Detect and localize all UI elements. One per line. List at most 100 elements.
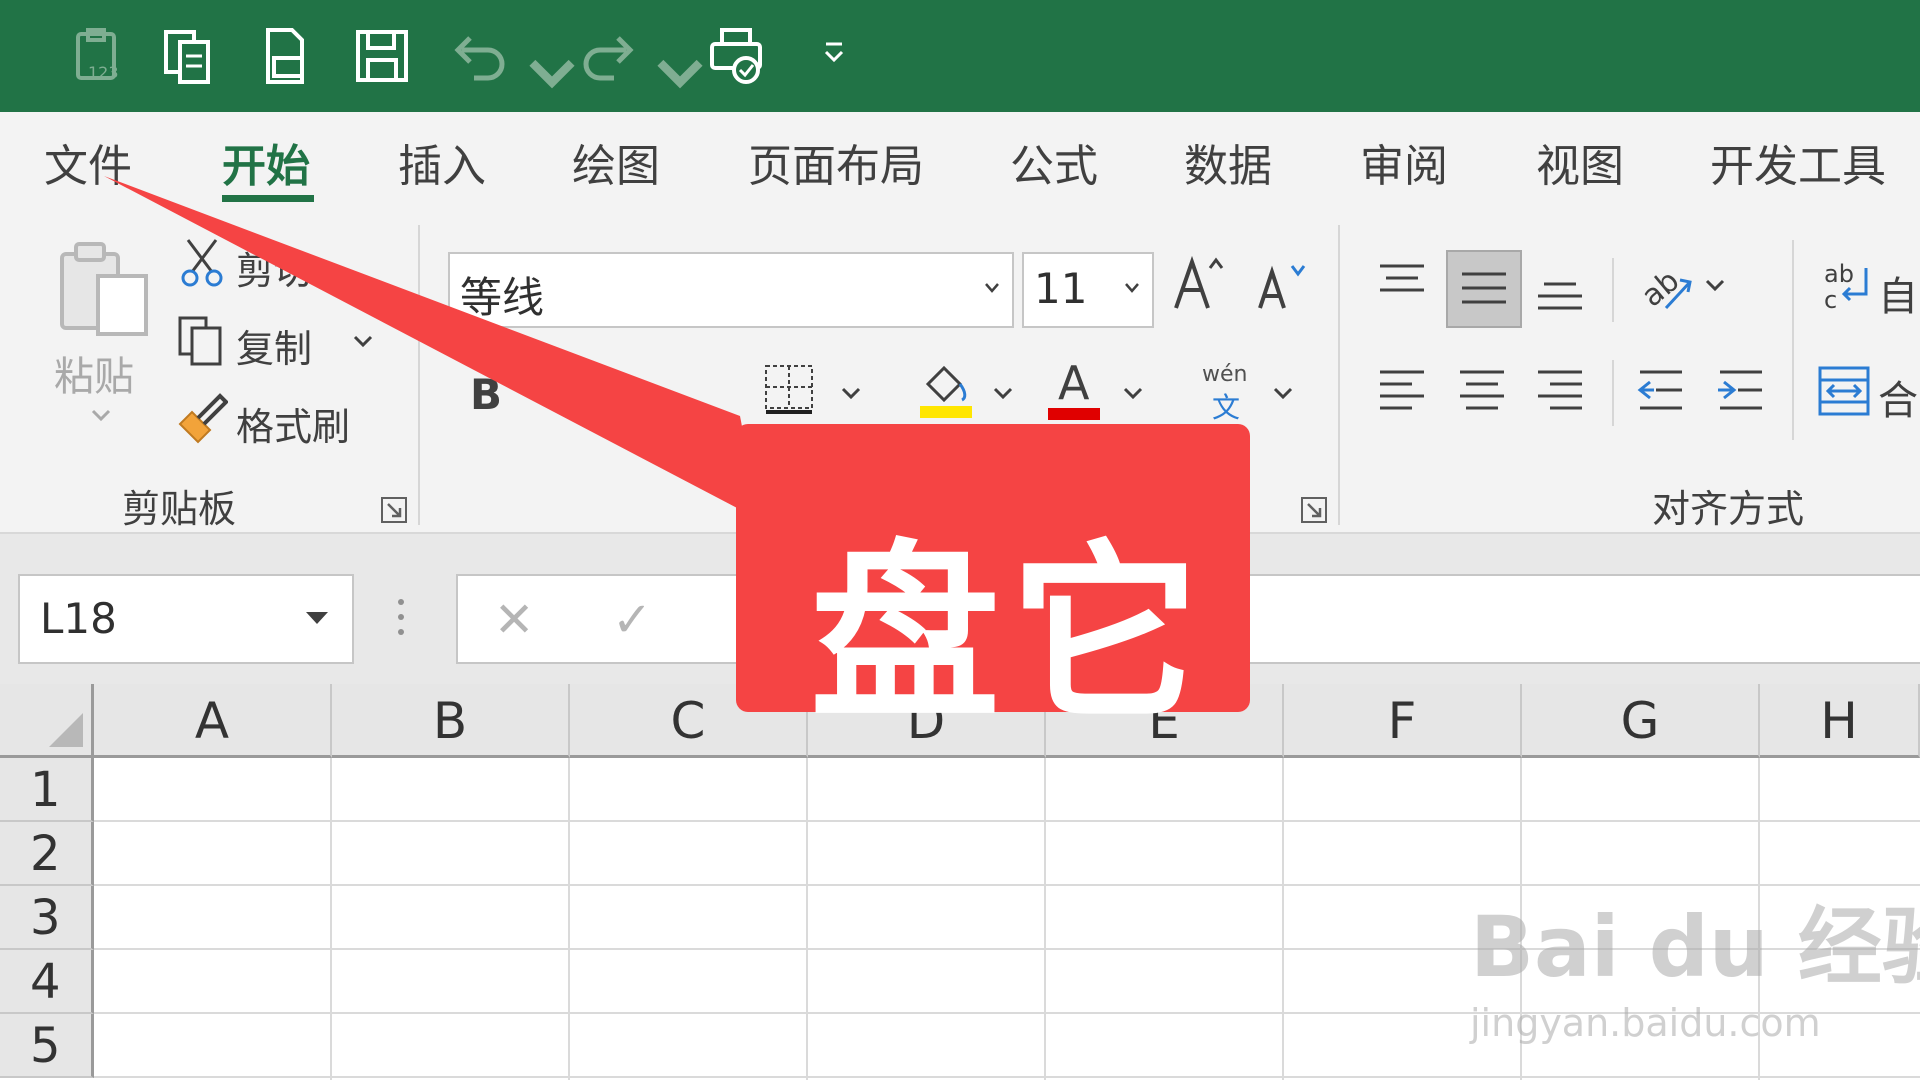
- row-header-4[interactable]: 4: [0, 950, 94, 1014]
- grid-column-line: [806, 758, 808, 1080]
- increase-font-size-icon[interactable]: [1170, 252, 1226, 312]
- row-header-1[interactable]: 1: [0, 758, 94, 822]
- tab-developer[interactable]: 开发工具: [1710, 130, 1886, 194]
- fill-color-swatch: [920, 406, 972, 418]
- svg-text:ab: ab: [1824, 260, 1854, 288]
- borders-dropdown-icon[interactable]: [840, 386, 862, 402]
- select-all-triangle-icon: [49, 713, 83, 747]
- watermark-brand: Bai du 经验: [1470, 898, 1920, 996]
- font-color-dropdown-icon[interactable]: [1122, 386, 1144, 402]
- select-all-button[interactable]: [0, 684, 94, 758]
- phonetic-guide-top[interactable]: wén: [1202, 362, 1247, 387]
- middle-align-button[interactable]: [1446, 250, 1522, 328]
- borders-icon[interactable]: [762, 362, 818, 418]
- font-name-value: 等线: [460, 273, 545, 322]
- quick-access-toolbar: 123: [0, 0, 1920, 112]
- paste-dropdown-icon[interactable]: [90, 408, 112, 424]
- copy-document-icon[interactable]: [160, 26, 216, 86]
- top-align-icon[interactable]: [1378, 262, 1426, 298]
- svg-text:ab: ab: [1636, 263, 1686, 314]
- row-header-2[interactable]: 2: [0, 822, 94, 886]
- font-color-letter[interactable]: A: [1058, 356, 1089, 410]
- watermark-url: jingyan.baidu.com: [1470, 1001, 1821, 1045]
- column-header-a[interactable]: A: [94, 684, 332, 758]
- save-icon[interactable]: [354, 26, 410, 86]
- bold-button[interactable]: B: [470, 370, 502, 419]
- callout-text: 盘它: [810, 524, 1211, 745]
- font-name-combo[interactable]: 等线: [448, 252, 1014, 328]
- formula-bar-grip-icon[interactable]: [396, 596, 406, 638]
- format-painter-button[interactable]: 格式刷: [236, 396, 350, 451]
- undo-icon[interactable]: [452, 26, 508, 86]
- align-right-icon[interactable]: [1536, 368, 1584, 414]
- tab-formulas[interactable]: 公式: [1010, 130, 1098, 194]
- tab-insert[interactable]: 插入: [398, 130, 486, 194]
- merge-center-label[interactable]: 合: [1878, 368, 1918, 426]
- font-size-combo[interactable]: 11: [1022, 252, 1154, 328]
- column-header-g[interactable]: G: [1522, 684, 1760, 758]
- svg-text:123: 123: [88, 63, 119, 82]
- chevron-down-icon[interactable]: [1124, 280, 1140, 296]
- copy-button[interactable]: 复制: [236, 318, 312, 373]
- paste-icon[interactable]: [56, 236, 152, 340]
- decrease-font-size-icon[interactable]: [1254, 258, 1310, 312]
- tab-home[interactable]: 开始: [222, 130, 310, 194]
- middle-align-icon: [1462, 272, 1506, 304]
- bottom-align-icon[interactable]: [1536, 278, 1584, 314]
- grid-column-line: [330, 758, 332, 1080]
- column-header-b[interactable]: B: [332, 684, 570, 758]
- merge-center-icon[interactable]: [1818, 366, 1870, 416]
- align-left-icon[interactable]: [1378, 368, 1426, 414]
- print-preview-icon[interactable]: [258, 26, 314, 86]
- redo-dropdown-icon[interactable]: [652, 44, 708, 104]
- tab-draw[interactable]: 绘图: [572, 130, 660, 194]
- fill-color-icon[interactable]: [916, 362, 976, 420]
- customize-toolbar-icon[interactable]: [822, 40, 846, 68]
- tab-data[interactable]: 数据: [1184, 130, 1272, 194]
- decrease-indent-icon[interactable]: [1636, 368, 1686, 414]
- quick-print-icon[interactable]: [708, 26, 764, 86]
- copy-icon[interactable]: [176, 314, 226, 368]
- wrap-text-label[interactable]: 自: [1878, 264, 1918, 322]
- row-header-5[interactable]: 5: [0, 1014, 94, 1078]
- font-size-value: 11: [1034, 264, 1088, 313]
- phonetic-dropdown-icon[interactable]: [1272, 386, 1294, 402]
- font-color-swatch: [1048, 408, 1100, 420]
- orientation-dropdown-icon[interactable]: [1704, 278, 1726, 294]
- phonetic-guide-bottom[interactable]: 文: [1212, 386, 1240, 426]
- copy-dropdown-icon[interactable]: [352, 334, 374, 350]
- align-center-icon[interactable]: [1458, 368, 1506, 414]
- tab-page-layout[interactable]: 页面布局: [748, 130, 924, 194]
- tab-review[interactable]: 审阅: [1360, 130, 1448, 194]
- group-separator: [1792, 240, 1794, 440]
- clipboard-group-label: 剪贴板: [122, 487, 237, 531]
- fill-color-dropdown-icon[interactable]: [992, 386, 1014, 402]
- alignment-group-label: 对齐方式: [1652, 487, 1805, 531]
- column-header-f[interactable]: F: [1284, 684, 1522, 758]
- enter-entry-icon[interactable]: ✓: [612, 592, 652, 648]
- orientation-icon[interactable]: ab: [1636, 258, 1696, 314]
- svg-text:c: c: [1824, 286, 1837, 314]
- tab-view[interactable]: 视图: [1536, 130, 1624, 194]
- group-separator: [418, 225, 420, 525]
- chevron-down-icon[interactable]: [984, 280, 1000, 296]
- font-launcher-icon[interactable]: [1300, 496, 1328, 524]
- cancel-entry-icon[interactable]: ✕: [494, 592, 534, 648]
- paste-button[interactable]: 粘贴: [54, 344, 134, 402]
- redo-icon[interactable]: [580, 26, 636, 86]
- grid-column-line: [1282, 758, 1284, 1080]
- undo-dropdown-icon[interactable]: [524, 44, 580, 104]
- paste-values-icon[interactable]: 123: [70, 26, 126, 86]
- scissors-icon[interactable]: [180, 236, 224, 288]
- format-painter-icon[interactable]: [176, 392, 228, 444]
- increase-indent-icon[interactable]: [1716, 368, 1766, 414]
- clipboard-launcher-icon[interactable]: [380, 496, 408, 524]
- wrap-text-icon[interactable]: abc: [1822, 258, 1872, 314]
- cut-button[interactable]: 剪切: [236, 240, 312, 295]
- column-header-c[interactable]: C: [570, 684, 808, 758]
- column-header-h[interactable]: H: [1760, 684, 1920, 758]
- name-box-dropdown-icon[interactable]: [304, 610, 330, 626]
- tab-file[interactable]: 文件: [44, 130, 132, 194]
- row-header-3[interactable]: 3: [0, 886, 94, 950]
- name-box[interactable]: L18: [18, 574, 354, 664]
